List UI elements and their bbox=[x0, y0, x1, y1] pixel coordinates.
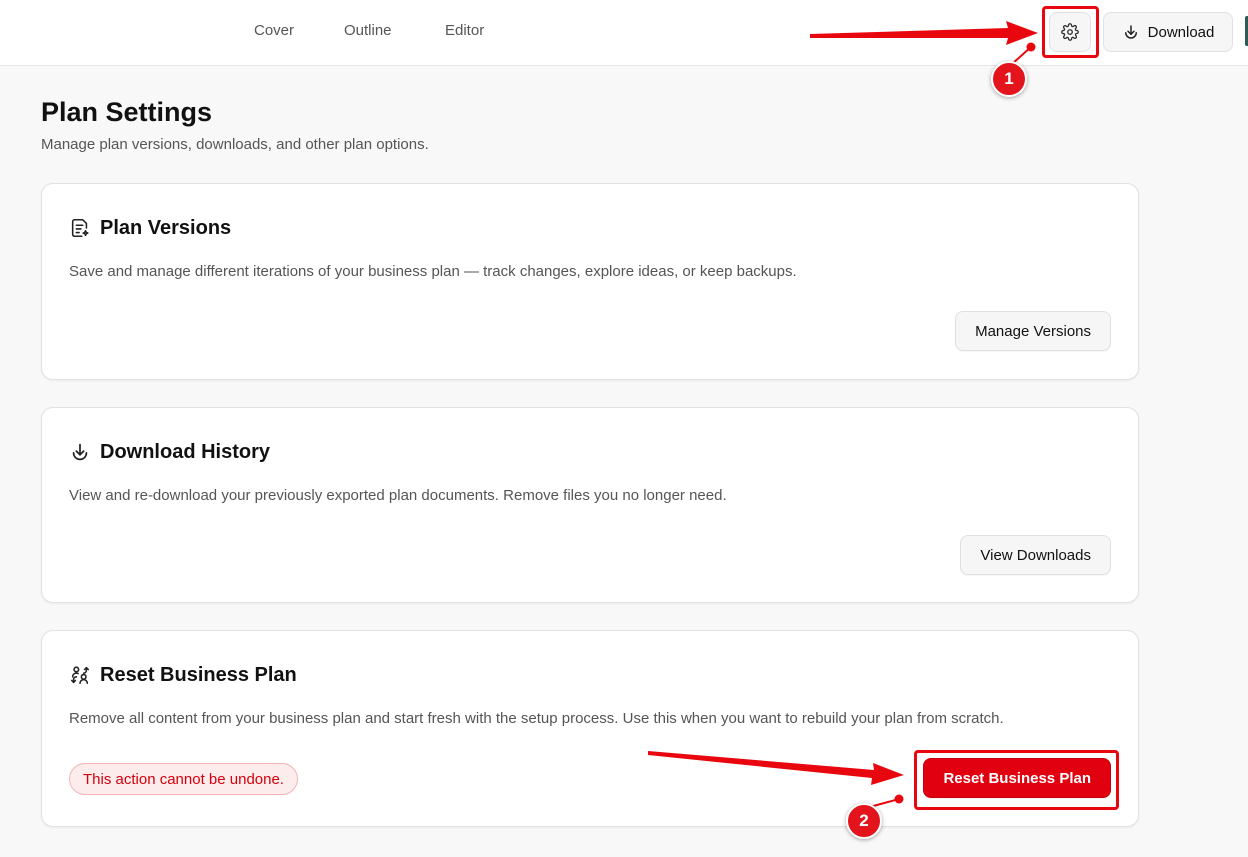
download-history-title: Download History bbox=[100, 441, 271, 463]
plan-versions-description: Save and manage different iterations of … bbox=[69, 263, 797, 280]
download-icon bbox=[72, 443, 88, 461]
irreversible-warning-badge: This action cannot be undone. bbox=[69, 763, 298, 795]
reset-business-plan-title: Reset Business Plan bbox=[100, 664, 297, 686]
plan-versions-card: Plan Versions Save and manage different … bbox=[41, 183, 1139, 380]
reset-business-plan-card: Reset Business Plan Remove all content f… bbox=[41, 630, 1139, 827]
document-sparkle-icon bbox=[71, 218, 89, 238]
download-icon bbox=[1124, 25, 1137, 39]
tab-outline[interactable]: Outline bbox=[344, 22, 392, 40]
reset-business-plan-button[interactable]: Reset Business Plan bbox=[923, 758, 1111, 798]
reset-business-plan-description: Remove all content from your business pl… bbox=[69, 710, 1004, 727]
page-title: Plan Settings bbox=[41, 97, 213, 127]
download-history-header: Download History bbox=[69, 440, 270, 464]
annotation-marker-1: 1 bbox=[991, 61, 1027, 97]
tab-cover[interactable]: Cover bbox=[254, 22, 294, 40]
plan-versions-title: Plan Versions bbox=[100, 217, 232, 239]
gear-icon bbox=[1061, 23, 1079, 41]
download-button[interactable]: Download bbox=[1103, 12, 1233, 52]
download-history-card: Download History View and re-download yo… bbox=[41, 407, 1139, 603]
top-navigation-bar: Cover Outline Editor Download bbox=[0, 0, 1248, 66]
reset-people-icon bbox=[70, 666, 90, 685]
download-button-label: Download bbox=[1147, 23, 1215, 41]
reset-business-plan-header: Reset Business Plan bbox=[69, 663, 297, 687]
view-downloads-button[interactable]: View Downloads bbox=[960, 535, 1111, 575]
download-history-description: View and re-download your previously exp… bbox=[69, 487, 727, 504]
manage-versions-button[interactable]: Manage Versions bbox=[955, 311, 1111, 351]
plan-versions-header: Plan Versions bbox=[69, 216, 231, 240]
settings-button[interactable] bbox=[1049, 12, 1091, 52]
page-subtitle: Manage plan versions, downloads, and oth… bbox=[41, 136, 429, 153]
tab-editor[interactable]: Editor bbox=[445, 22, 484, 40]
